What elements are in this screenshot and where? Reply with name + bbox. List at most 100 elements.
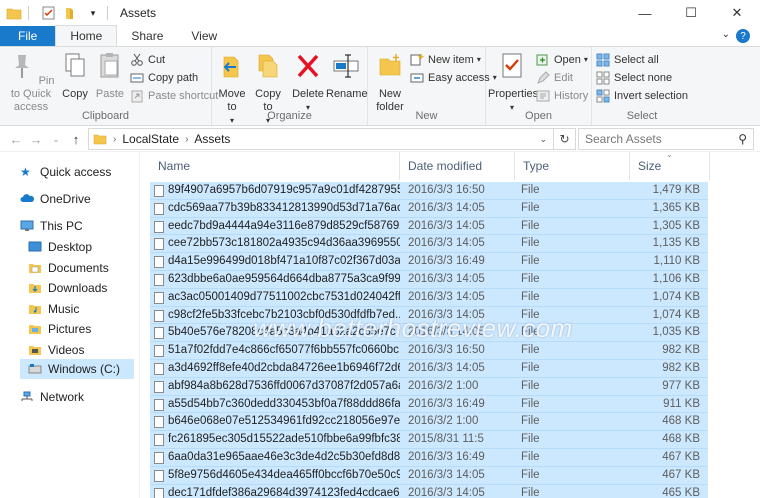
new-item-icon bbox=[410, 53, 424, 65]
help-icon[interactable]: ? bbox=[736, 29, 750, 43]
properties-check-icon[interactable] bbox=[41, 6, 57, 20]
close-button[interactable]: ✕ bbox=[714, 0, 760, 26]
table-row[interactable]: cee72bb573c181802a4935c94d36aa3969550...… bbox=[150, 235, 708, 254]
pin-to-quick-access-button[interactable]: Pin to Quick access bbox=[4, 51, 58, 114]
nav-this-pc[interactable]: This PC bbox=[20, 216, 83, 236]
table-row[interactable]: d4a15e996499d018bf471a10f87c02f367d03a..… bbox=[150, 253, 708, 271]
pin-icon bbox=[14, 55, 29, 78]
table-row[interactable]: dec171dfdef386a29684d3974123fed4cdcae6..… bbox=[150, 484, 708, 498]
select-none-button[interactable]: Select none bbox=[596, 69, 672, 86]
copy-path-icon bbox=[130, 73, 144, 82]
table-row[interactable]: 6aa0da31e965aae46e3c3de4d2c5b30efd8d83..… bbox=[150, 448, 708, 467]
new-folder-button[interactable]: New folder bbox=[372, 51, 408, 114]
search-input[interactable]: Search Assets ⚲ bbox=[578, 128, 754, 150]
new-folder-quick-icon[interactable] bbox=[63, 6, 79, 20]
table-row[interactable]: cdc569aa77b39b833412813990d53d71a76ac...… bbox=[150, 199, 708, 218]
up-arrow-icon[interactable]: ↑ bbox=[66, 132, 86, 147]
search-icon[interactable]: ⚲ bbox=[738, 132, 747, 146]
nav-label: Videos bbox=[48, 343, 85, 357]
nav-network[interactable]: Network bbox=[20, 387, 84, 407]
edit-button[interactable]: Edit bbox=[536, 69, 573, 86]
tab-home[interactable]: Home bbox=[55, 25, 118, 46]
file-icon bbox=[154, 362, 164, 375]
tab-share[interactable]: Share bbox=[117, 26, 177, 46]
edit-label: Edit bbox=[554, 71, 573, 84]
edit-icon bbox=[537, 70, 550, 84]
new-group-label: New bbox=[415, 110, 438, 122]
breadcrumb-assets[interactable]: Assets bbox=[194, 132, 230, 146]
history-button[interactable]: History bbox=[536, 87, 588, 104]
table-row[interactable]: 623dbbe6a0ae959564d664dba8775a3ca9f995..… bbox=[150, 270, 708, 289]
copy-button[interactable]: Copy bbox=[60, 51, 90, 101]
file-type: File bbox=[521, 184, 540, 196]
file-icon bbox=[154, 273, 164, 286]
table-row[interactable]: a3d4692ff8efe40d2cbda84726ee1b6946f72d6.… bbox=[150, 359, 708, 378]
file-date: 2016/3/3 14:05 bbox=[408, 290, 485, 303]
breadcrumb-localstate[interactable]: LocalState bbox=[122, 132, 179, 146]
recent-locations-icon[interactable]: ⌄ bbox=[46, 134, 66, 145]
copy-label: Copy bbox=[62, 88, 88, 100]
nav-desktop[interactable]: Desktop bbox=[28, 237, 92, 257]
new-item-button[interactable]: New item ▾ bbox=[410, 51, 481, 68]
nav-onedrive[interactable]: OneDrive bbox=[20, 189, 91, 209]
customize-quick-access-icon[interactable]: ▾ bbox=[85, 6, 101, 20]
table-row[interactable]: 89f4907a6957b6d07919c957a9c01df4287955..… bbox=[150, 182, 708, 200]
file-size: 982 KB bbox=[662, 361, 700, 374]
cut-button[interactable]: Cut bbox=[130, 51, 165, 68]
nav-pictures[interactable]: Pictures bbox=[28, 319, 91, 339]
table-row[interactable]: a55d54bb7c360dedd330453bf0a7f88ddd86fa..… bbox=[150, 395, 708, 414]
properties-button[interactable]: Properties ▾ bbox=[488, 51, 538, 114]
organize-group-label: Organize bbox=[267, 110, 312, 122]
column-header-date[interactable]: Date modified bbox=[400, 152, 515, 180]
copy-path-button[interactable]: Copy path bbox=[130, 69, 198, 86]
copy-to-icon bbox=[258, 54, 278, 78]
column-header-name[interactable]: Name bbox=[150, 152, 400, 180]
file-date: 2016/3/3 14:05 bbox=[408, 219, 485, 232]
chevron-down-icon[interactable]: ⌄ bbox=[722, 29, 730, 40]
maximize-button[interactable]: ☐ bbox=[668, 0, 714, 26]
breadcrumb-separator-icon[interactable]: › bbox=[185, 134, 188, 145]
table-row[interactable]: 5f8e9756d4605e434dea465ff0bccf6b70e50c9.… bbox=[150, 466, 708, 485]
tab-file[interactable]: File bbox=[0, 26, 56, 46]
file-icon bbox=[154, 291, 164, 304]
table-row[interactable]: b646e068e07e512534961fd92cc218056e97e3..… bbox=[150, 413, 708, 432]
nav-label: Windows (C:) bbox=[48, 362, 121, 376]
file-icon bbox=[154, 380, 164, 393]
select-all-button[interactable]: Select all bbox=[596, 51, 659, 68]
file-date: 2016/3/3 16:49 bbox=[408, 397, 485, 410]
minimize-button[interactable]: — bbox=[622, 0, 668, 26]
breadcrumb-overflow-icon[interactable]: › bbox=[113, 134, 116, 145]
nav-documents[interactable]: Documents bbox=[28, 258, 109, 278]
address-dropdown-icon[interactable]: ⌄ bbox=[539, 134, 547, 145]
invert-selection-button[interactable]: Invert selection bbox=[596, 87, 688, 104]
file-name: 623dbbe6a0ae959564d664dba8775a3ca9f995..… bbox=[168, 272, 400, 285]
nav-downloads[interactable]: Downloads bbox=[28, 278, 107, 298]
open-button[interactable]: Open ▾ bbox=[536, 51, 588, 68]
table-row[interactable]: fc261895ec305d15522ade510fbbe6a99fbfc38.… bbox=[150, 431, 708, 449]
paste-shortcut-button[interactable]: Paste shortcut bbox=[130, 87, 218, 104]
tab-view[interactable]: View bbox=[177, 26, 231, 46]
column-header-type[interactable]: Type bbox=[515, 152, 630, 180]
table-row[interactable]: abf984a8b628d7536ffd0067d37087f2d057a6a.… bbox=[150, 377, 708, 396]
file-icon bbox=[154, 185, 164, 197]
nav-quick-access[interactable]: ★ Quick access bbox=[20, 162, 111, 182]
forward-arrow-icon[interactable]: → bbox=[26, 132, 46, 147]
rename-button[interactable]: Rename bbox=[326, 51, 368, 101]
divider bbox=[28, 6, 29, 20]
paste-shortcut-icon bbox=[131, 90, 143, 102]
paste-button[interactable]: Paste bbox=[94, 51, 126, 101]
refresh-icon[interactable]: ↻ bbox=[554, 128, 576, 150]
nav-music[interactable]: Music bbox=[28, 299, 79, 319]
nav-label: Music bbox=[48, 302, 80, 316]
table-row[interactable]: eedc7bd9a4444a94e3116e879d8529cf587692..… bbox=[150, 217, 708, 236]
address-bar[interactable]: › LocalState › Assets ⌄ bbox=[88, 128, 554, 150]
computer-icon bbox=[20, 220, 34, 231]
file-size: 1,106 KB bbox=[652, 272, 700, 285]
easy-access-button[interactable]: Easy access ▾ bbox=[410, 69, 497, 86]
nav-videos[interactable]: Videos bbox=[28, 340, 84, 360]
table-row[interactable]: ac3ac05001409d77511002cbc7531d024042ff..… bbox=[150, 288, 708, 307]
back-arrow-icon[interactable]: ← bbox=[6, 132, 26, 147]
delete-button[interactable]: Delete ▾ bbox=[292, 51, 324, 114]
table-row[interactable]: 51a7f02fdd7e4c866cf65077f6bb557fc0660bc.… bbox=[150, 342, 708, 360]
nav-windows-c[interactable]: Windows (C:) bbox=[20, 359, 134, 379]
